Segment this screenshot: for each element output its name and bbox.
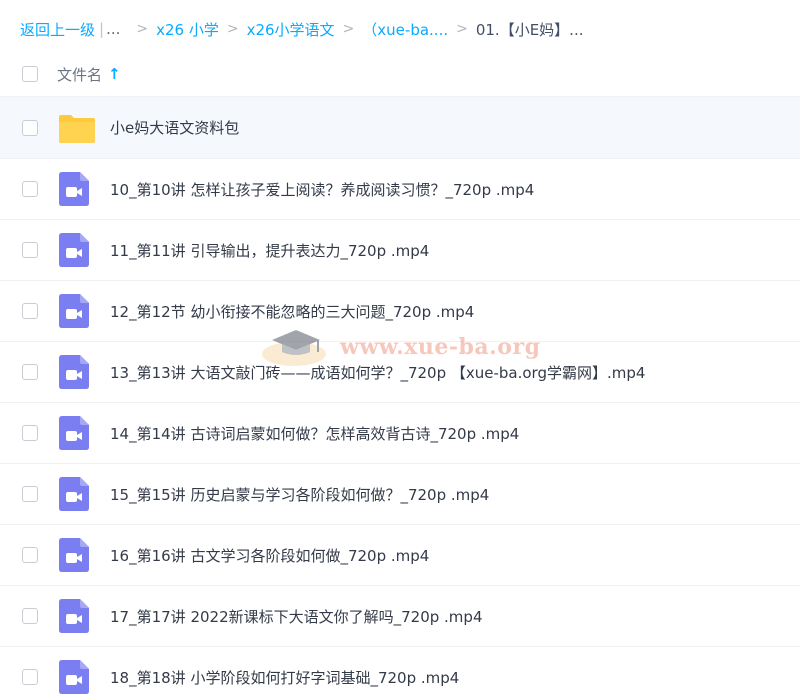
- video-file-icon: [58, 415, 94, 451]
- list-header: 文件名 ↑: [0, 52, 800, 97]
- video-file-icon: [58, 537, 94, 573]
- row-checkbox[interactable]: [22, 547, 38, 563]
- list-item[interactable]: 16_第16讲 古文学习各阶段如何做_720p .mp4: [0, 525, 800, 586]
- file-name[interactable]: 14_第14讲 古诗词启蒙如何做？怎样高效背古诗_720p .mp4: [110, 423, 519, 444]
- breadcrumb-item-chinese[interactable]: x26小学语文: [247, 19, 335, 40]
- video-file-icon: [58, 293, 94, 329]
- chevron-right-icon: >: [226, 21, 239, 37]
- breadcrumb: 返回上一级 | ... > x26 小学 > x26小学语文 > （xue-ba…: [20, 18, 583, 40]
- chevron-right-icon: >: [342, 21, 355, 37]
- breadcrumb-item-x26[interactable]: x26 小学: [156, 19, 219, 40]
- file-name[interactable]: 18_第18讲 小学阶段如何打好字词基础_720p .mp4: [110, 667, 459, 688]
- list-item[interactable]: 14_第14讲 古诗词启蒙如何做？怎样高效背古诗_720p .mp4: [0, 403, 800, 464]
- row-checkbox[interactable]: [22, 242, 38, 258]
- column-filename[interactable]: 文件名: [57, 64, 102, 85]
- file-name[interactable]: 11_第11讲 引导输出，提升表达力_720p .mp4: [110, 240, 429, 261]
- back-link[interactable]: 返回上一级: [20, 19, 95, 40]
- row-checkbox[interactable]: [22, 303, 38, 319]
- list-item[interactable]: 小e妈大语文资料包: [0, 97, 800, 159]
- breadcrumb-current: 01.【小E妈】...: [475, 20, 584, 39]
- row-checkbox[interactable]: [22, 608, 38, 624]
- file-name[interactable]: 15_第15讲 历史启蒙与学习各阶段如何做？_720p .mp4: [110, 484, 489, 505]
- list-item[interactable]: 18_第18讲 小学阶段如何打好字词基础_720p .mp4: [0, 647, 800, 698]
- list-item[interactable]: 11_第11讲 引导输出，提升表达力_720p .mp4: [0, 220, 800, 281]
- chevron-right-icon: >: [456, 21, 468, 37]
- video-file-icon: [58, 354, 94, 390]
- list-item[interactable]: 13_第13讲 大语文敲门砖——成语如何学？_720p 【xue-ba.org学…: [0, 342, 800, 403]
- row-checkbox[interactable]: [22, 119, 38, 136]
- video-file-icon: [58, 476, 94, 512]
- list-item[interactable]: 10_第10讲 怎样让孩子爱上阅读？养成阅读习惯？_720p .mp4: [0, 159, 800, 220]
- arrow-up-icon[interactable]: ↑: [108, 65, 121, 83]
- row-checkbox[interactable]: [22, 364, 38, 380]
- chevron-right-icon: >: [136, 21, 149, 37]
- video-file-icon: [58, 232, 94, 268]
- file-name[interactable]: 13_第13讲 大语文敲门砖——成语如何学？_720p 【xue-ba.org学…: [110, 362, 645, 383]
- file-name[interactable]: 17_第17讲 2022新课标下大语文你了解吗_720p .mp4: [110, 606, 482, 627]
- video-file-icon: [58, 659, 94, 695]
- file-browser: 返回上一级 | ... > x26 小学 > x26小学语文 > （xue-ba…: [0, 0, 800, 698]
- select-all-checkbox[interactable]: [22, 66, 38, 82]
- row-checkbox[interactable]: [22, 669, 38, 685]
- list-item[interactable]: 15_第15讲 历史启蒙与学习各阶段如何做？_720p .mp4: [0, 464, 800, 525]
- video-file-icon: [58, 598, 94, 634]
- row-checkbox[interactable]: [22, 486, 38, 502]
- file-name[interactable]: 16_第16讲 古文学习各阶段如何做_720p .mp4: [110, 545, 429, 566]
- breadcrumb-divider: |: [99, 20, 105, 38]
- row-checkbox[interactable]: [22, 425, 38, 441]
- row-checkbox[interactable]: [22, 181, 38, 197]
- folder-icon: [58, 110, 95, 146]
- breadcrumb-ellipsis[interactable]: ...: [106, 20, 120, 38]
- list-item[interactable]: 12_第12节 幼小衔接不能忽略的三大问题_720p .mp4: [0, 281, 800, 342]
- file-name[interactable]: 小e妈大语文资料包: [110, 117, 239, 138]
- video-file-icon: [58, 171, 94, 207]
- file-name[interactable]: 10_第10讲 怎样让孩子爱上阅读？养成阅读习惯？_720p .mp4: [110, 179, 534, 200]
- breadcrumb-item-xueba[interactable]: （xue-ba....: [362, 19, 448, 40]
- file-list: 小e妈大语文资料包 10_第10讲 怎样让孩子爱上阅读？养成阅读习惯？_720p…: [0, 97, 800, 698]
- file-name[interactable]: 12_第12节 幼小衔接不能忽略的三大问题_720p .mp4: [110, 301, 474, 322]
- list-item[interactable]: 17_第17讲 2022新课标下大语文你了解吗_720p .mp4: [0, 586, 800, 647]
